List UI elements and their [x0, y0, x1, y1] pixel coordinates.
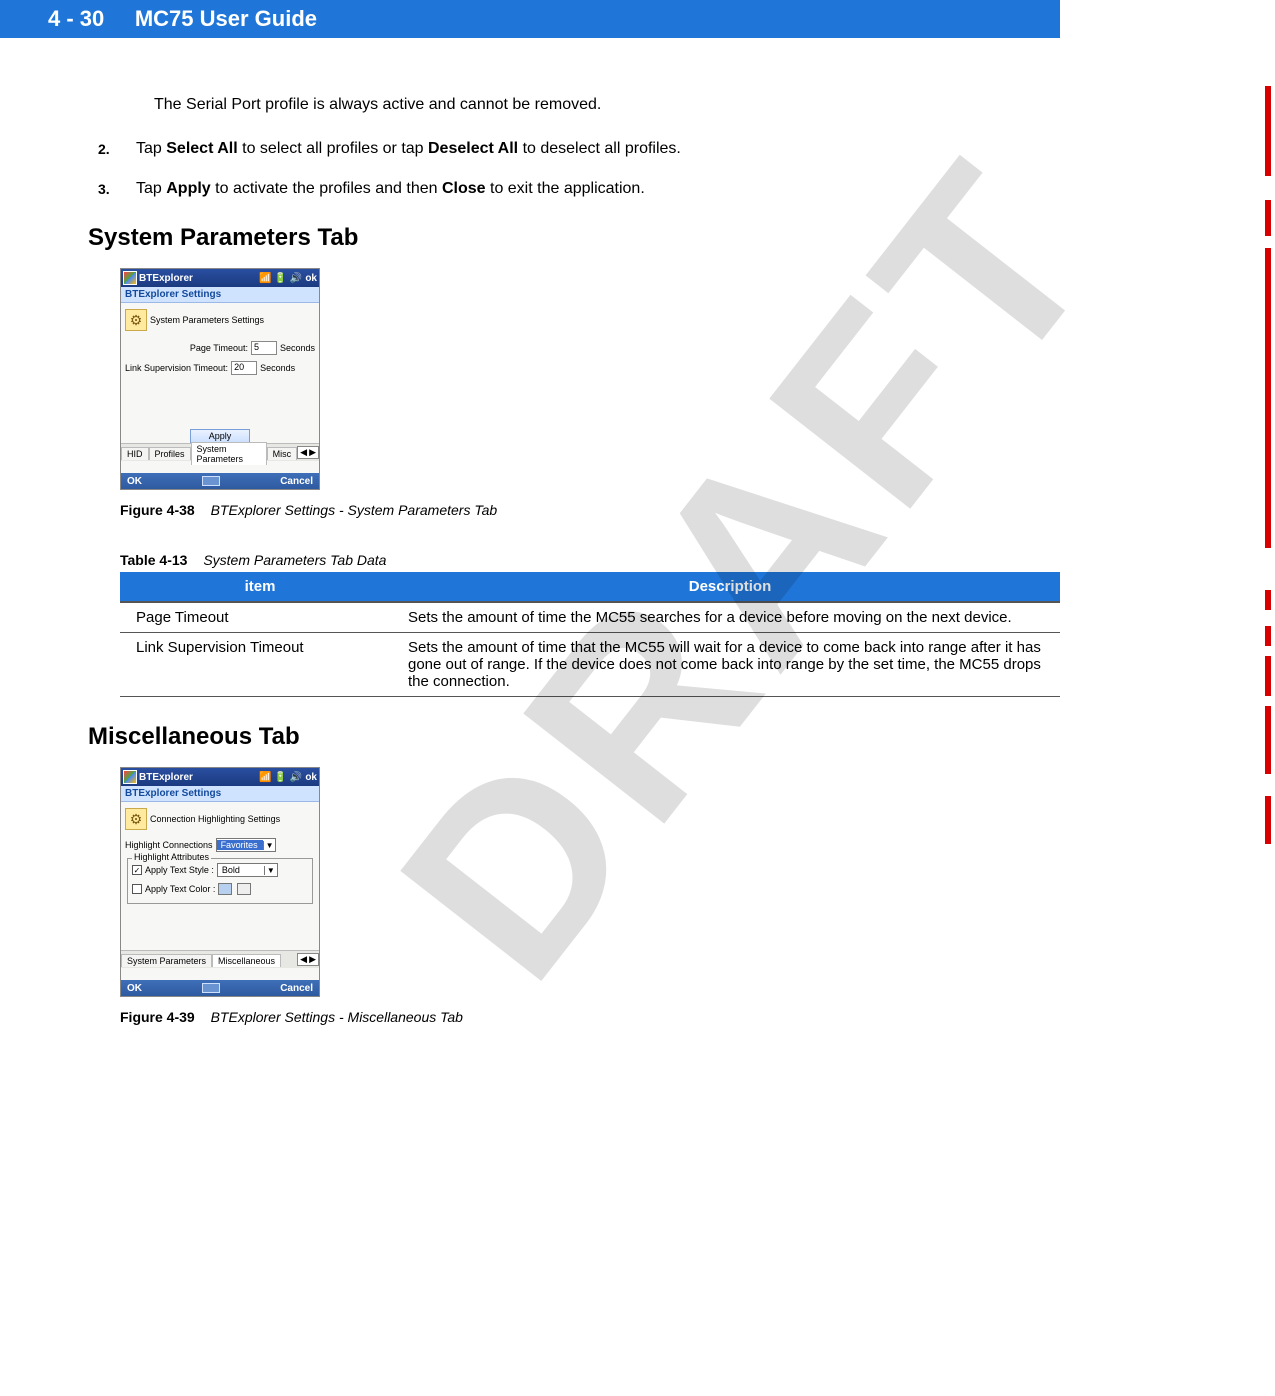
- chevron-left-icon: ◀: [300, 447, 307, 458]
- fieldset-legend: Highlight Attributes: [132, 852, 211, 862]
- close-label: Close: [442, 180, 486, 197]
- step-3: 3. Tap Apply to activate the profiles an…: [98, 180, 1055, 198]
- caption-text: BTExplorer Settings - System Parameters …: [211, 502, 498, 518]
- highlight-attributes-fieldset: Highlight Attributes ✓ Apply Text Style …: [127, 858, 313, 904]
- seconds-label: Seconds: [260, 363, 295, 373]
- conn-settings-title: Connection Highlighting Settings: [150, 814, 280, 824]
- page-header: 4 - 30 MC75 User Guide: [0, 0, 1060, 38]
- settings-gear-icon: ⚙: [125, 309, 147, 331]
- link-timeout-input[interactable]: 20: [231, 361, 257, 375]
- cell-item: Link Supervision Timeout: [120, 633, 400, 697]
- cell-item: Page Timeout: [120, 602, 400, 633]
- color-picker-button[interactable]: [237, 883, 251, 895]
- step-2: 2. Tap Select All to select all profiles…: [98, 140, 1055, 158]
- tab-miscellaneous[interactable]: Miscellaneous: [212, 954, 281, 967]
- text-style-dropdown[interactable]: Bold ▼: [217, 863, 278, 877]
- bottom-cancel-button[interactable]: Cancel: [280, 476, 313, 487]
- seconds-label: Seconds: [280, 343, 315, 353]
- dropdown-value: Bold: [218, 865, 264, 875]
- ok-button[interactable]: ok: [305, 772, 317, 783]
- table-row: Link Supervision Timeout Sets the amount…: [120, 633, 1060, 697]
- tab-scroll-arrows[interactable]: ◀▶: [297, 446, 319, 459]
- table-row: Page Timeout Sets the amount of time the…: [120, 602, 1060, 633]
- dropdown-value: Favorites: [217, 840, 263, 850]
- guide-title: MC75 User Guide: [135, 6, 317, 31]
- col-description: Description: [400, 572, 1060, 602]
- apply-text-style-label: Apply Text Style :: [145, 865, 214, 875]
- ok-button[interactable]: ok: [305, 273, 317, 284]
- color-swatch: [218, 883, 232, 895]
- chevron-right-icon: ▶: [309, 954, 316, 965]
- apply-label: Apply: [166, 180, 210, 197]
- intro-text: The Serial Port profile is always active…: [154, 96, 1055, 114]
- tab-misc[interactable]: Misc: [267, 447, 298, 460]
- bottom-ok-button[interactable]: OK: [127, 983, 142, 994]
- battery-icon: 🔋: [274, 772, 286, 783]
- caption-text: BTExplorer Settings - Miscellaneous Tab: [211, 1009, 463, 1025]
- tab-system-parameters[interactable]: System Parameters: [191, 442, 267, 465]
- bottom-ok-button[interactable]: OK: [127, 476, 142, 487]
- windows-icon: [123, 770, 137, 784]
- apply-text-color-checkbox[interactable]: [132, 884, 142, 894]
- page-timeout-label: Page Timeout:: [125, 343, 248, 353]
- settings-title: System Parameters Settings: [150, 315, 264, 325]
- figure-4-39-screenshot: BTExplorer 📶 🔋 🔊 ok BTExplorer Settings …: [120, 767, 1055, 997]
- bottom-cancel-button[interactable]: Cancel: [280, 983, 313, 994]
- caption-label: Figure 4-39: [120, 1009, 195, 1025]
- page-number: 4 - 30: [48, 6, 104, 31]
- table-text: System Parameters Tab Data: [203, 552, 386, 568]
- signal-icon: 📶: [259, 772, 271, 783]
- figure-4-38-caption: Figure 4-38 BTExplorer Settings - System…: [120, 502, 1055, 518]
- cell-desc: Sets the amount of time the MC55 searche…: [400, 602, 1060, 633]
- highlight-connections-dropdown[interactable]: Favorites ▼: [216, 838, 277, 852]
- settings-subheader: BTExplorer Settings: [121, 786, 319, 802]
- speaker-icon: 🔊: [290, 772, 302, 783]
- select-all-label: Select All: [166, 140, 237, 157]
- table-4-13: item Description Page Timeout Sets the a…: [120, 572, 1060, 697]
- settings-subheader: BTExplorer Settings: [121, 287, 319, 303]
- apply-text-color-label: Apply Text Color :: [145, 884, 215, 894]
- highlight-connections-label: Highlight Connections: [125, 840, 213, 850]
- chevron-down-icon: ▼: [263, 841, 276, 850]
- deselect-all-label: Deselect All: [428, 140, 518, 157]
- step-num: 3.: [98, 180, 136, 198]
- tab-scroll-arrows[interactable]: ◀▶: [297, 953, 319, 966]
- col-item: item: [120, 572, 400, 602]
- section-system-parameters: System Parameters Tab: [88, 224, 1055, 252]
- cell-desc: Sets the amount of time that the MC55 wi…: [400, 633, 1060, 697]
- settings-gear-icon: ⚙: [125, 808, 147, 830]
- page-timeout-input[interactable]: 5: [251, 341, 277, 355]
- speaker-icon: 🔊: [290, 273, 302, 284]
- table-4-13-title: Table 4-13 System Parameters Tab Data: [120, 552, 1055, 568]
- app-title: BTExplorer: [139, 273, 193, 284]
- chevron-down-icon: ▼: [264, 866, 277, 875]
- figure-4-38-screenshot: BTExplorer 📶 🔋 🔊 ok BTExplorer Settings …: [120, 268, 1055, 490]
- chevron-right-icon: ▶: [309, 447, 316, 458]
- caption-label: Figure 4-38: [120, 502, 195, 518]
- apply-button[interactable]: Apply: [190, 429, 251, 443]
- chevron-left-icon: ◀: [300, 954, 307, 965]
- step-num: 2.: [98, 140, 136, 158]
- signal-icon: 📶: [259, 273, 271, 284]
- windows-icon: [123, 271, 137, 285]
- section-miscellaneous: Miscellaneous Tab: [88, 723, 1055, 751]
- tab-system-parameters[interactable]: System Parameters: [121, 954, 212, 967]
- tab-profiles[interactable]: Profiles: [149, 447, 191, 460]
- tab-hid[interactable]: HID: [121, 447, 149, 460]
- keyboard-icon[interactable]: [202, 476, 220, 486]
- app-title: BTExplorer: [139, 772, 193, 783]
- keyboard-icon[interactable]: [202, 983, 220, 993]
- apply-text-style-checkbox[interactable]: ✓: [132, 865, 142, 875]
- link-timeout-label: Link Supervision Timeout:: [125, 363, 228, 373]
- figure-4-39-caption: Figure 4-39 BTExplorer Settings - Miscel…: [120, 1009, 1055, 1025]
- battery-icon: 🔋: [274, 273, 286, 284]
- change-bars: [1257, 0, 1275, 1396]
- table-label: Table 4-13: [120, 552, 187, 568]
